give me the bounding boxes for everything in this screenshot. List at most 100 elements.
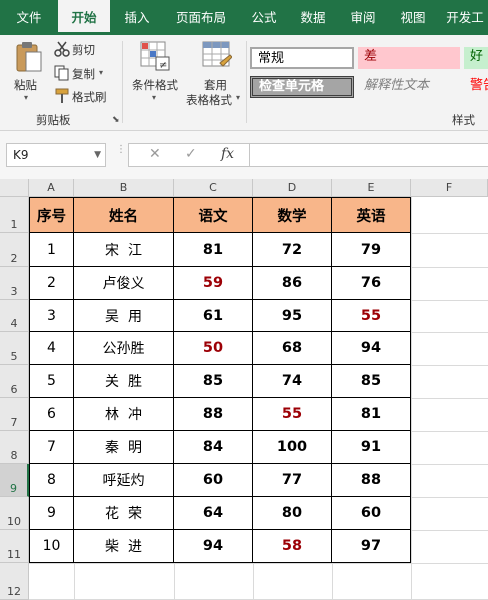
table-cell-math[interactable]: 72 bbox=[253, 233, 332, 267]
tab-insert[interactable]: 插入 bbox=[114, 0, 160, 35]
table-cell-english[interactable]: 55 bbox=[332, 300, 411, 332]
table-cell-chinese[interactable]: 88 bbox=[174, 398, 253, 431]
name-box[interactable]: K9 ▼ bbox=[6, 143, 106, 167]
table-cell-name[interactable]: 花 荣 bbox=[74, 497, 174, 530]
row-header[interactable]: 11 bbox=[0, 530, 29, 563]
tab-page-layout[interactable]: 页面布局 bbox=[164, 0, 238, 35]
column-header-b[interactable]: B bbox=[74, 179, 174, 197]
table-cell-no[interactable]: 9 bbox=[29, 497, 74, 530]
conditional-format-button[interactable]: 条件格式 bbox=[132, 77, 178, 93]
table-cell-english[interactable]: 81 bbox=[332, 398, 411, 431]
row-header[interactable]: 4 bbox=[0, 300, 29, 332]
row-header[interactable]: 5 bbox=[0, 332, 29, 365]
table-cell-name[interactable]: 秦 明 bbox=[74, 431, 174, 464]
enter-icon[interactable]: ✓ bbox=[185, 146, 197, 162]
table-cell-chinese[interactable]: 84 bbox=[174, 431, 253, 464]
table-cell-english[interactable]: 85 bbox=[332, 365, 411, 398]
format-table-button[interactable]: 表格格式 bbox=[186, 92, 232, 108]
table-cell-math[interactable]: 86 bbox=[253, 267, 332, 300]
table-cell-no[interactable]: 8 bbox=[29, 464, 74, 497]
table-cell-english[interactable]: 88 bbox=[332, 464, 411, 497]
table-cell-math[interactable]: 68 bbox=[253, 332, 332, 365]
copy-icon[interactable] bbox=[54, 65, 70, 81]
paste-icon[interactable] bbox=[14, 41, 44, 76]
tab-view[interactable]: 视图 bbox=[390, 0, 436, 35]
table-cell-name[interactable]: 吴 用 bbox=[74, 300, 174, 332]
copy-dropdown-icon[interactable]: ▾ bbox=[99, 68, 103, 77]
style-explanatory[interactable]: 解释性文本 bbox=[358, 76, 460, 98]
style-check-cell[interactable]: 检查单元格 bbox=[250, 76, 354, 98]
table-cell-no[interactable]: 4 bbox=[29, 332, 74, 365]
table-cell-english[interactable]: 76 bbox=[332, 267, 411, 300]
column-header-d[interactable]: D bbox=[253, 179, 332, 197]
tab-developer[interactable]: 开发工 bbox=[440, 0, 488, 35]
copy-button[interactable]: 复制 bbox=[72, 66, 95, 82]
row-header[interactable]: 2 bbox=[0, 233, 29, 267]
table-cell-math[interactable]: 77 bbox=[253, 464, 332, 497]
table-cell-no[interactable]: 1 bbox=[29, 233, 74, 267]
row-header[interactable]: 6 bbox=[0, 365, 29, 398]
table-cell-math[interactable]: 74 bbox=[253, 365, 332, 398]
table-cell-math[interactable]: 55 bbox=[253, 398, 332, 431]
table-cell-english[interactable]: 94 bbox=[332, 332, 411, 365]
format-painter-icon[interactable] bbox=[54, 88, 70, 104]
paste-dropdown-icon[interactable]: ▾ bbox=[24, 93, 28, 102]
format-table-icon[interactable] bbox=[202, 41, 233, 74]
style-normal[interactable]: 常规 bbox=[250, 47, 354, 69]
column-header-e[interactable]: E bbox=[332, 179, 411, 197]
format-table-dropdown-icon[interactable]: ▾ bbox=[236, 93, 240, 102]
table-cell-chinese[interactable]: 61 bbox=[174, 300, 253, 332]
tab-file[interactable]: 文件 bbox=[4, 0, 54, 35]
table-cell-no[interactable]: 3 bbox=[29, 300, 74, 332]
conditional-format-dropdown-icon[interactable]: ▾ bbox=[152, 93, 156, 102]
table-cell-no[interactable]: 5 bbox=[29, 365, 74, 398]
tab-formulas[interactable]: 公式 bbox=[242, 0, 286, 35]
table-cell-name[interactable]: 宋 江 bbox=[74, 233, 174, 267]
format-table-line1[interactable]: 套用 bbox=[204, 77, 227, 93]
table-cell-name[interactable]: 卢俊义 bbox=[74, 267, 174, 300]
table-cell-no[interactable]: 6 bbox=[29, 398, 74, 431]
tab-home[interactable]: 开始 bbox=[58, 0, 110, 35]
style-bad[interactable]: 差 bbox=[358, 47, 460, 69]
style-good[interactable]: 好 bbox=[464, 47, 488, 69]
table-cell-no[interactable]: 2 bbox=[29, 267, 74, 300]
formula-input[interactable] bbox=[250, 143, 488, 167]
table-cell-no[interactable]: 10 bbox=[29, 530, 74, 563]
table-cell-chinese[interactable]: 81 bbox=[174, 233, 253, 267]
column-header-a[interactable]: A bbox=[29, 179, 74, 197]
table-cell-name[interactable]: 公孙胜 bbox=[74, 332, 174, 365]
table-header-cell[interactable]: 数学 bbox=[253, 197, 332, 233]
select-all-corner[interactable] bbox=[0, 179, 29, 197]
table-header-cell[interactable]: 姓名 bbox=[74, 197, 174, 233]
table-cell-name[interactable]: 林 冲 bbox=[74, 398, 174, 431]
table-cell-english[interactable]: 79 bbox=[332, 233, 411, 267]
row-header[interactable]: 3 bbox=[0, 267, 29, 300]
column-header-f[interactable]: F bbox=[411, 179, 488, 197]
table-header-cell[interactable]: 序号 bbox=[29, 197, 74, 233]
row-header[interactable]: 8 bbox=[0, 431, 29, 464]
table-cell-chinese[interactable]: 59 bbox=[174, 267, 253, 300]
name-box-dropdown-icon[interactable]: ▼ bbox=[94, 144, 101, 166]
table-cell-chinese[interactable]: 64 bbox=[174, 497, 253, 530]
drag-handle-icon[interactable]: ⋮ bbox=[116, 145, 126, 155]
row-header[interactable]: 1 bbox=[0, 197, 29, 233]
paste-label[interactable]: 粘贴 bbox=[14, 77, 37, 93]
row-header[interactable]: 12 bbox=[0, 563, 29, 600]
table-cell-name[interactable]: 柴 进 bbox=[74, 530, 174, 563]
tab-data[interactable]: 数据 bbox=[290, 0, 336, 35]
table-cell-name[interactable]: 关 胜 bbox=[74, 365, 174, 398]
table-cell-chinese[interactable]: 50 bbox=[174, 332, 253, 365]
table-cell-math[interactable]: 58 bbox=[253, 530, 332, 563]
row-header[interactable]: 7 bbox=[0, 398, 29, 431]
table-header-cell[interactable]: 英语 bbox=[332, 197, 411, 233]
style-warning[interactable]: 警告 bbox=[464, 76, 488, 98]
table-cell-english[interactable]: 97 bbox=[332, 530, 411, 563]
table-cell-math[interactable]: 95 bbox=[253, 300, 332, 332]
table-cell-chinese[interactable]: 85 bbox=[174, 365, 253, 398]
table-cell-math[interactable]: 80 bbox=[253, 497, 332, 530]
table-header-cell[interactable]: 语文 bbox=[174, 197, 253, 233]
column-header-c[interactable]: C bbox=[174, 179, 253, 197]
worksheet-grid[interactable]: A B C D E F 1 2 3 4 5 6 7 8 9 10 11 12 序… bbox=[0, 179, 488, 600]
tab-review[interactable]: 审阅 bbox=[340, 0, 386, 35]
conditional-format-icon[interactable]: ≠ bbox=[140, 41, 170, 74]
